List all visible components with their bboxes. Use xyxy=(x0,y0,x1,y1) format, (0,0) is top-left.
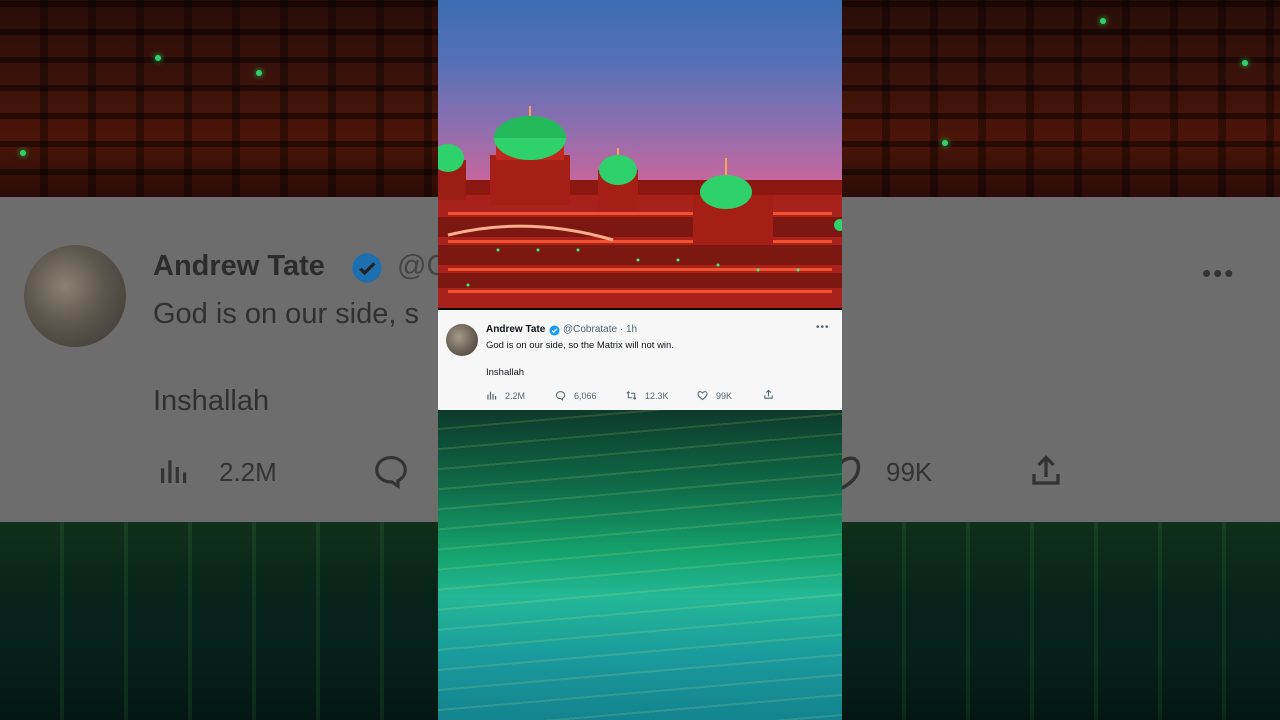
like-icon xyxy=(697,391,708,401)
retweet-count: 12.3K xyxy=(645,390,669,401)
light-dot xyxy=(155,55,161,61)
share-icon xyxy=(1032,455,1060,485)
like-button[interactable]: 99K xyxy=(697,390,732,401)
views-icon xyxy=(487,391,497,400)
zoom-author-name: Andrew Tate xyxy=(153,250,325,282)
zoom-views-count: 2.2M xyxy=(219,457,277,487)
reply-icon xyxy=(375,455,407,490)
retweet-button[interactable]: 12.3K xyxy=(626,390,669,401)
verified-icon xyxy=(549,325,560,336)
right-blurred-background xyxy=(842,0,1280,720)
author-name[interactable]: Andrew Tate xyxy=(486,324,545,335)
water-blur-bottom xyxy=(0,522,438,720)
zoom-tweet-text: God is on our side, s xyxy=(153,298,419,330)
light-dot xyxy=(20,150,26,156)
avatar[interactable] xyxy=(446,324,478,356)
zoom-author-handle: @C xyxy=(397,250,438,282)
verified-icon xyxy=(352,253,382,283)
zoom-likes-count: 99K xyxy=(886,457,933,487)
more-icon: ••• xyxy=(1202,258,1236,288)
palace-blur-top xyxy=(842,0,1280,197)
reply-icon xyxy=(555,391,566,401)
light-dot xyxy=(256,70,262,76)
separator: · xyxy=(619,324,624,335)
reply-button[interactable]: 6,066 xyxy=(555,390,597,401)
author-handle-time[interactable]: @Cobratate · 1h xyxy=(563,324,637,335)
water-blur-bottom xyxy=(842,522,1280,720)
tweet-card[interactable]: Andrew Tate @Cobratate · 1h ••• God is o… xyxy=(438,310,842,410)
more-icon[interactable]: ••• xyxy=(816,322,830,333)
palace-illustration xyxy=(438,106,842,308)
palace-blur-top xyxy=(0,0,438,197)
views-icon xyxy=(161,460,187,483)
avatar xyxy=(24,245,126,347)
author-handle[interactable]: @Cobratate xyxy=(563,324,617,335)
share-icon[interactable] xyxy=(763,389,774,400)
timestamp[interactable]: 1h xyxy=(626,324,637,335)
like-count: 99K xyxy=(716,390,733,401)
tweet-text: God is on our side, so the Matrix will n… xyxy=(486,340,674,351)
reply-count: 6,066 xyxy=(574,390,597,401)
retweet-icon xyxy=(626,391,637,400)
light-dot xyxy=(1242,60,1248,66)
light-dot xyxy=(942,140,948,146)
views-stat[interactable]: 2.2M xyxy=(486,390,525,401)
views-count: 2.2M xyxy=(505,390,526,401)
tweet-text-2: Inshallah xyxy=(486,367,525,378)
water-reflection xyxy=(438,410,842,720)
light-dot xyxy=(1100,18,1106,24)
left-blurred-background: Andrew Tate @C God is on our side, s Ins… xyxy=(0,0,438,720)
zoom-tweet-text-2: Inshallah xyxy=(153,385,270,417)
center-photo-column: Andrew Tate @Cobratate · 1h ••• God is o… xyxy=(438,0,842,720)
